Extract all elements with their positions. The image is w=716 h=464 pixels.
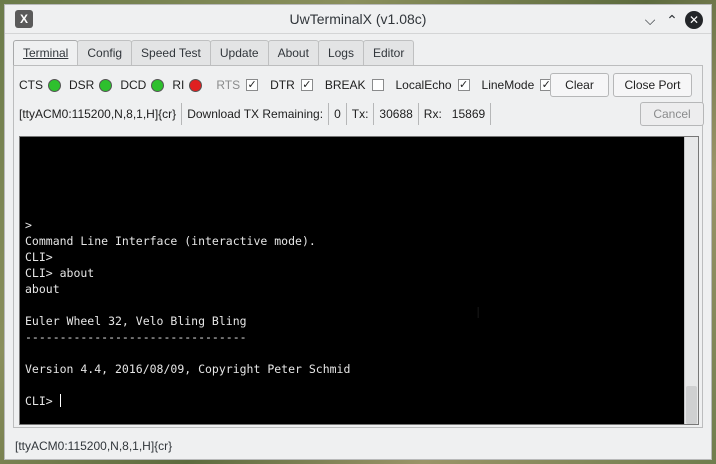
tx-count: 30688 — [374, 103, 419, 125]
dsr-indicator: DSR — [69, 78, 113, 92]
dcd-led-icon — [151, 78, 165, 92]
rx-label: Rx: — [423, 107, 442, 121]
dtr-check-icon[interactable]: ✓ — [300, 79, 313, 91]
terminal-scrollbar[interactable] — [684, 137, 698, 424]
cts-led-icon — [48, 78, 61, 92]
title-bar[interactable]: X UwTerminalX (v1.08c) ⌵ ⌃ ✕ — [5, 5, 711, 34]
close-icon[interactable]: ✕ — [685, 11, 703, 29]
text-cursor — [59, 394, 61, 407]
window-title: UwTerminalX (v1.08c) — [289, 11, 427, 27]
line-mode-checkbox[interactable]: LineMode ✓ — [482, 78, 553, 92]
local-echo-check-icon[interactable]: ✓ — [457, 79, 470, 91]
terminal-line: CLI> — [25, 250, 53, 264]
ri-led-icon — [189, 78, 203, 92]
dcd-indicator: DCD — [120, 78, 165, 92]
terminal-line: Version 4.4, 2016/08/09, Copyright Peter… — [25, 362, 351, 376]
download-remaining-value: 0 — [329, 103, 347, 125]
status-bar: [ttyACM0:115200,N,8,1,H]{cr} — [15, 439, 173, 453]
rts-check-icon[interactable]: ✓ — [246, 79, 259, 91]
tab-editor[interactable]: Editor — [362, 40, 415, 65]
signal-row: CTS DSR DCD RI RTS ✓ DTR ✓ BREAK LocalEc… — [19, 74, 564, 96]
line-mode-label: LineMode — [481, 78, 535, 92]
terminal-line: about — [25, 282, 60, 296]
main-window: X UwTerminalX (v1.08c) ⌵ ⌃ ✕ Terminal Co… — [4, 4, 712, 460]
terminal-line: Euler Wheel 32, Velo Bling Bling — [25, 314, 247, 328]
terminal-line: -------------------------------- — [25, 330, 247, 344]
dtr-label: DTR — [270, 78, 295, 92]
dtr-checkbox[interactable]: DTR ✓ — [270, 78, 313, 92]
terminal-prompt: CLI> — [25, 394, 60, 408]
rts-checkbox[interactable]: RTS ✓ — [216, 78, 259, 92]
dcd-label: DCD — [120, 78, 147, 92]
break-check-icon[interactable] — [371, 79, 384, 91]
break-checkbox[interactable]: BREAK — [325, 78, 384, 92]
dsr-led-icon — [99, 78, 113, 92]
terminal-line: Command Line Interface (interactive mode… — [25, 234, 316, 248]
tab-update[interactable]: Update — [209, 40, 269, 65]
cts-indicator: CTS — [19, 78, 61, 92]
tx-label: Tx: — [347, 103, 375, 125]
clear-button[interactable]: Clear — [550, 73, 609, 97]
tab-speed-test[interactable]: Speed Test — [131, 40, 211, 65]
tab-bar: Terminal Config Speed Test Update About … — [13, 40, 415, 67]
terminal-line: > — [25, 218, 32, 232]
download-remaining-label: Download TX Remaining: — [182, 103, 330, 125]
tab-about[interactable]: About — [267, 40, 319, 65]
terminal-tab-panel: CTS DSR DCD RI RTS ✓ DTR ✓ BREAK LocalEc… — [13, 65, 704, 428]
tab-config[interactable]: Config — [77, 40, 133, 65]
ri-label: RI — [172, 78, 185, 92]
tab-terminal[interactable]: Terminal — [13, 40, 79, 67]
tab-logs[interactable]: Logs — [317, 40, 364, 65]
close-port-button[interactable]: Close Port — [613, 73, 692, 97]
ri-indicator: RI — [172, 78, 203, 92]
rx-count: 15869 — [447, 103, 492, 125]
terminal-text: > Command Line Interface (interactive mo… — [25, 217, 350, 409]
scrollbar-thumb[interactable] — [686, 386, 697, 424]
cts-label: CTS — [19, 78, 43, 92]
cancel-button[interactable]: Cancel — [640, 102, 704, 126]
local-echo-checkbox[interactable]: LocalEcho ✓ — [396, 78, 470, 92]
port-settings: [ttyACM0:115200,N,8,1,H]{cr} — [19, 103, 183, 125]
terminal-line: CLI> about — [25, 266, 95, 280]
maximize-icon[interactable]: ⌃ — [663, 11, 681, 29]
break-label: BREAK — [324, 78, 366, 92]
local-echo-label: LocalEcho — [395, 78, 452, 92]
minimize-icon[interactable]: ⌵ — [641, 11, 659, 29]
info-row: [ttyACM0:115200,N,8,1,H]{cr} Download TX… — [19, 102, 492, 126]
rts-label: RTS — [216, 78, 241, 92]
dsr-label: DSR — [69, 78, 95, 92]
terminal-output[interactable]: > Command Line Interface (interactive mo… — [19, 136, 699, 425]
text-cursor-icon: I — [476, 305, 481, 322]
